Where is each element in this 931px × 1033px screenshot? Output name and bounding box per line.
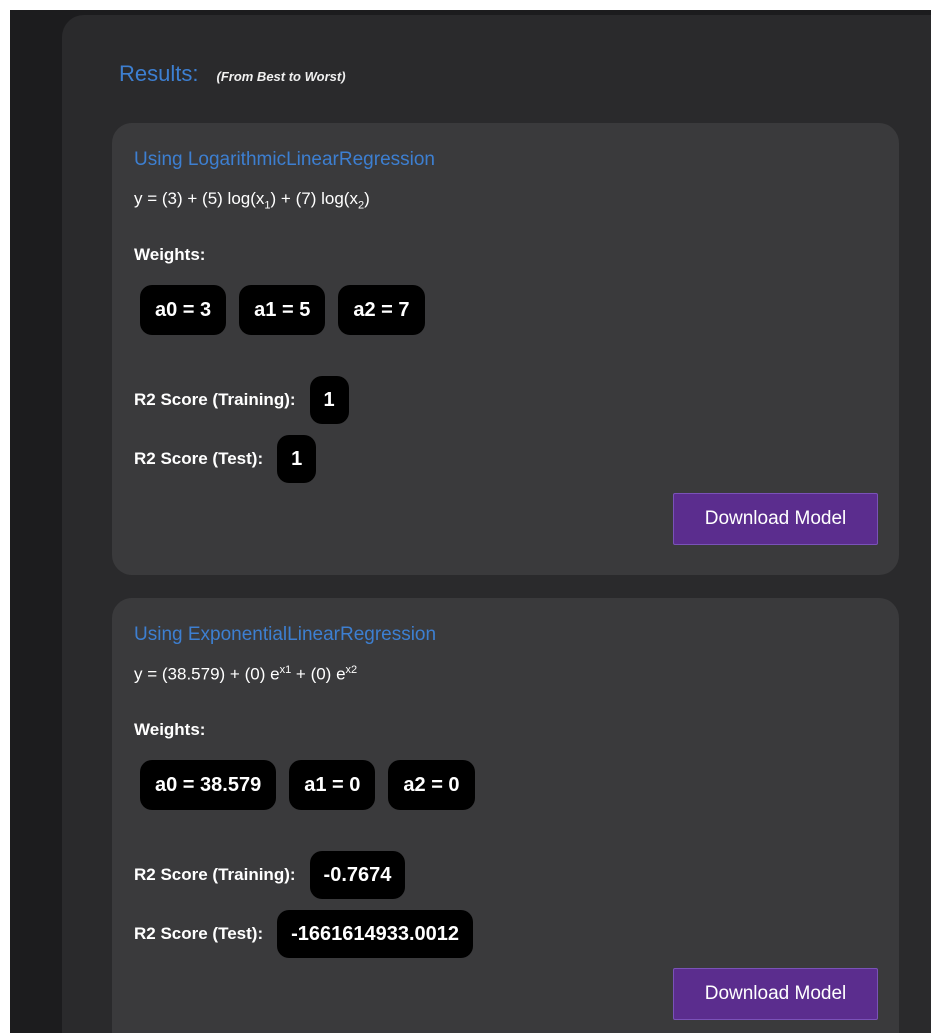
r2-training-value: 1 bbox=[309, 376, 349, 424]
model-card-exponential: Using ExponentialLinearRegression y = (3… bbox=[112, 598, 899, 1033]
weights-label: Weights: bbox=[134, 245, 206, 264]
weights-label: Weights: bbox=[134, 720, 206, 739]
weight-badge-a1: a1 = 0 bbox=[289, 760, 376, 810]
r2-test-row: R2 Score (Test): -1661614933.0012 bbox=[134, 910, 474, 958]
weight-badge-a1: a1 = 5 bbox=[239, 285, 326, 335]
weights-list: a0 = 38.579 a1 = 0 a2 = 0 bbox=[140, 760, 475, 810]
r2-training-label: R2 Score (Training): bbox=[134, 865, 296, 884]
model-card-logarithmic: Using LogarithmicLinearRegression y = (3… bbox=[112, 123, 899, 575]
weight-badge-a2: a2 = 7 bbox=[338, 285, 425, 335]
r2-training-value: -0.7674 bbox=[309, 851, 406, 899]
weight-badge-a0: a0 = 38.579 bbox=[140, 760, 277, 810]
r2-test-label: R2 Score (Test): bbox=[134, 924, 264, 943]
weight-badge-a2: a2 = 0 bbox=[388, 760, 475, 810]
results-panel: Results: (From Best to Worst) Using Loga… bbox=[62, 15, 931, 1033]
r2-training-label: R2 Score (Training): bbox=[134, 390, 296, 409]
results-title: Results: bbox=[119, 61, 199, 86]
weight-badge-a0: a0 = 3 bbox=[140, 285, 227, 335]
r2-test-row: R2 Score (Test): 1 bbox=[134, 435, 317, 483]
model-name: Using ExponentialLinearRegression bbox=[134, 624, 437, 645]
r2-training-row: R2 Score (Training): -0.7674 bbox=[134, 851, 406, 899]
r2-training-row: R2 Score (Training): 1 bbox=[134, 376, 349, 424]
weights-list: a0 = 3 a1 = 5 a2 = 7 bbox=[140, 285, 425, 335]
download-model-button[interactable]: Download Model bbox=[673, 968, 878, 1020]
model-equation: y = (38.579) + (0) ex1 + (0) ex2 bbox=[134, 664, 358, 684]
r2-test-value: -1661614933.0012 bbox=[277, 910, 474, 958]
model-name: Using LogarithmicLinearRegression bbox=[134, 149, 435, 170]
download-model-button[interactable]: Download Model bbox=[673, 493, 878, 545]
model-equation: y = (3) + (5) log(x1) + (7) log(x2) bbox=[134, 189, 370, 212]
results-header: Results: (From Best to Worst) bbox=[119, 61, 346, 87]
r2-test-value: 1 bbox=[277, 435, 317, 483]
r2-test-label: R2 Score (Test): bbox=[134, 449, 264, 468]
results-subtitle: (From Best to Worst) bbox=[216, 69, 346, 84]
app-background: Results: (From Best to Worst) Using Loga… bbox=[10, 10, 931, 1033]
